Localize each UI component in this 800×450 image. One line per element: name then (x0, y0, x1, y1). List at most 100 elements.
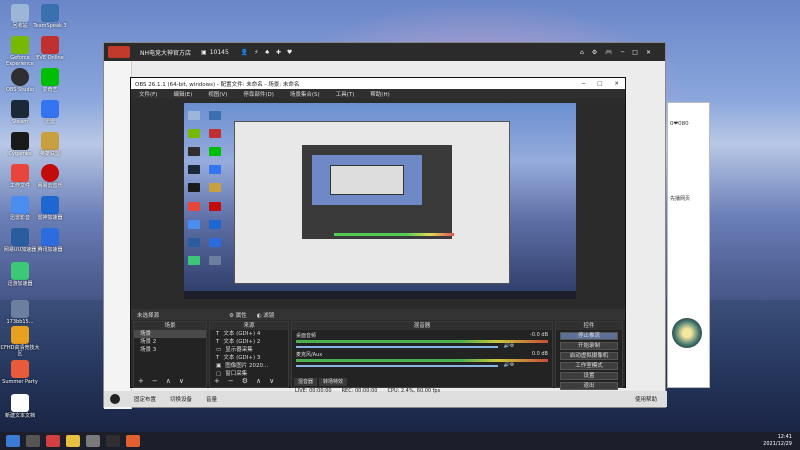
desktop-icon-eve[interactable]: EVE Online (30, 36, 70, 61)
menu-help[interactable]: 帮助(H) (370, 90, 389, 98)
start-recording-button[interactable]: 开始录制 (560, 342, 618, 350)
source-item[interactable]: ▭ 显示器采集 (210, 346, 288, 354)
add-icon[interactable]: + (138, 377, 144, 385)
start-icon[interactable] (6, 435, 20, 447)
chat-snippet: 0❤080 (670, 121, 689, 127)
host-footer-item[interactable]: 切换设备 (170, 395, 192, 403)
tab-transitions[interactable]: 转场特效 (319, 378, 348, 386)
mixer-channel: 麦克风/Aux 0.0 dB 🔊 ⚙ (296, 351, 548, 368)
down-icon[interactable]: ∨ (179, 377, 184, 385)
volume-slider[interactable] (296, 346, 498, 348)
mixer-header: 混音器 (292, 322, 552, 330)
obs-menubar: 文件(F) 编辑(E) 视图(V) 停靠部件(D) 场景集合(S) 工具(T) … (131, 89, 625, 99)
preview-nested-meter (334, 233, 454, 236)
up-icon[interactable]: ∧ (166, 377, 171, 385)
up-icon[interactable]: ∧ (256, 377, 261, 385)
desktop-icon-iqiyi[interactable]: 爱奇艺 (30, 68, 70, 93)
desktop-icon-xunyou[interactable]: 迅游加速器 (0, 262, 40, 287)
host-window-controls[interactable]: ⌂⚙🎮─□✕ (580, 49, 659, 56)
source-item[interactable]: T 文本 (GDI+) 3 (210, 354, 288, 362)
obs-titlebar: OBS 26.1.1 (64-bit, windows) - 配置文件: 未命名… (131, 78, 625, 89)
source-tools[interactable]: + − ⚙ ∧ ∨ (214, 377, 274, 385)
search-icon[interactable] (26, 435, 40, 447)
obs-docks: 场景 场景 场景 2 场景 3 + − ∧ ∨ 来源 T 文本 (GDI+) 4 T 文本… (131, 321, 625, 390)
scenes-header: 场景 (134, 322, 206, 330)
desktop-icon-file[interactable]: 173bb15... (0, 300, 40, 325)
desktop-icon-lol[interactable]: 英雄联盟 (30, 132, 70, 157)
source-item[interactable]: T 文本 (GDI+) 2 (210, 338, 288, 346)
gear-icon[interactable]: ⚙ (242, 377, 248, 385)
studio-mode-button[interactable]: 工作室模式 (560, 362, 618, 370)
taskbar-app-icon[interactable] (46, 435, 60, 447)
scene-item[interactable]: 场景 2 (134, 338, 206, 346)
volume-slider[interactable] (296, 365, 498, 367)
source-item[interactable]: ▣ 图像图片 2020... (210, 362, 288, 370)
gear-icon[interactable]: ⚙ (510, 343, 514, 349)
menu-file[interactable]: 文件(F) (139, 90, 157, 98)
scene-item[interactable]: 场景 3 (134, 346, 206, 354)
remove-icon[interactable]: − (152, 377, 158, 385)
desktop-icon-summer-party[interactable]: Summer Party (0, 360, 40, 385)
menu-view[interactable]: 视图(V) (208, 90, 227, 98)
close-icon[interactable]: ✕ (614, 81, 619, 87)
live-time: LIVE: 00:00:00 (295, 388, 332, 394)
preview-taskbar (184, 291, 576, 299)
desktop-icon-teamspeak[interactable]: TeamSpeak 3 (30, 4, 70, 29)
taskbar-app-icon[interactable] (126, 435, 140, 447)
mixer-channel: 桌面音频 -0.0 dB 🔊 ⚙ (296, 332, 548, 349)
image-source-icon: ▣ (216, 363, 222, 369)
obs-window-controls[interactable]: ─ □ ✕ (582, 81, 625, 87)
add-icon[interactable]: + (214, 377, 220, 385)
remove-icon[interactable]: − (228, 377, 234, 385)
virtual-camera-button[interactable]: 启动虚拟摄像机 (560, 352, 618, 360)
desktop-icon-leishen[interactable]: 雷神加速器 (30, 196, 70, 221)
desktop-icon-cfhd[interactable]: CFHD高清竞技大区 (0, 326, 40, 357)
text-source-icon: T (216, 331, 220, 337)
host-footer-help[interactable]: 使用帮助 (635, 395, 657, 403)
down-icon[interactable]: ∨ (269, 377, 274, 385)
maximize-icon[interactable]: □ (597, 81, 602, 87)
obs-taskbar-icon[interactable] (106, 435, 120, 447)
filters-button[interactable]: ◐ 滤镜 (257, 311, 275, 319)
preview-nested-deep (330, 165, 404, 195)
settings-button[interactable]: 设置 (560, 372, 618, 380)
source-toolbar: 未选择源 ⚙ 属性 ◐ 滤镜 (131, 309, 625, 320)
host-count: 10145 (209, 48, 229, 56)
store-logo-icon (108, 46, 130, 58)
exit-button[interactable]: 退出 (560, 382, 618, 390)
menu-docks[interactable]: 停靠部件(D) (243, 90, 274, 98)
mixer-tabs: 混音器 转场特效 (294, 378, 348, 386)
obs-title: OBS 26.1.1 (64-bit, windows) - 配置文件: 未命名… (135, 81, 300, 88)
tab-mixer[interactable]: 混音器 (294, 378, 318, 386)
host-footer-item[interactable]: 音量 (206, 395, 217, 403)
properties-button[interactable]: ⚙ 属性 (229, 311, 247, 319)
scene-tools[interactable]: + − ∧ ∨ (138, 377, 184, 385)
monitor-source-icon: ▭ (216, 347, 222, 353)
scene-item[interactable]: 场景 (134, 330, 206, 338)
obs-window: OBS 26.1.1 (64-bit, windows) - 配置文件: 未命名… (130, 77, 626, 390)
minimize-icon[interactable]: ─ (582, 81, 585, 87)
host-footer-avatar[interactable] (110, 394, 120, 404)
desktop-icon-xunlei[interactable]: 迅雷 (30, 100, 70, 125)
host-tool-icons[interactable]: 👤⚡♠✚♥ (241, 49, 298, 56)
host-footer-item[interactable]: 固定布置 (134, 395, 156, 403)
desktop-icon-text-doc[interactable]: 新建文本文档 (0, 394, 40, 419)
gear-icon[interactable]: ⚙ (510, 362, 514, 368)
source-item[interactable]: T 文本 (GDI+) 4 (210, 330, 288, 338)
clock[interactable]: 12:41 2021/12/29 (763, 434, 792, 448)
desktop-icon-tencent-acc[interactable]: 腾讯加速器 (30, 228, 70, 253)
controls-dock: 控件 停止推流 开始录制 启动虚拟摄像机 工作室模式 设置 退出 (555, 321, 623, 390)
taskbar-app-icon[interactable] (86, 435, 100, 447)
sources-dock: 来源 T 文本 (GDI+) 4 T 文本 (GDI+) 2 ▭ 显示器采集 T 文本 … (209, 321, 289, 388)
stop-streaming-button[interactable]: 停止推流 (560, 332, 618, 340)
host-sidebar (104, 61, 132, 409)
folder-icon[interactable] (66, 435, 80, 447)
desktop-icon-netease-music[interactable]: 网易云音乐 (30, 164, 70, 189)
menu-scene-collection[interactable]: 场景集合(S) (290, 90, 320, 98)
menu-edit[interactable]: 编辑(E) (173, 90, 192, 98)
rec-time: REC: 00:00:00 (341, 388, 378, 394)
menu-tools[interactable]: 工具(T) (336, 90, 355, 98)
text-source-icon: T (216, 339, 220, 345)
obs-preview[interactable] (184, 103, 576, 299)
host-titlebar: NH电竞大神官方店 ▣ 10145 👤⚡♠✚♥ ⌂⚙🎮─□✕ (104, 43, 665, 61)
